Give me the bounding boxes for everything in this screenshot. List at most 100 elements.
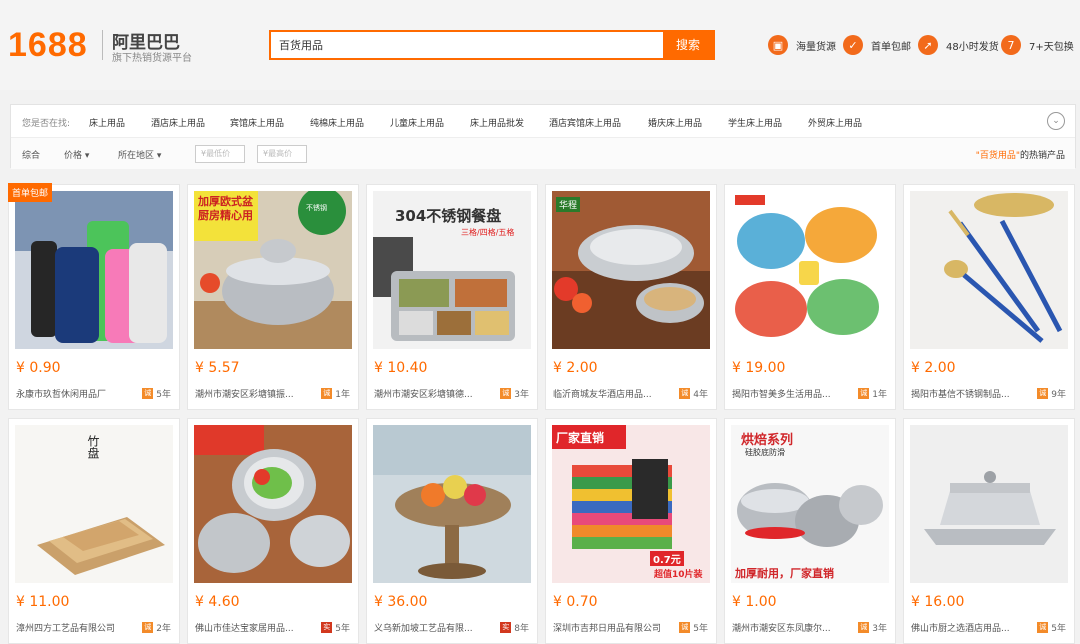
price-min-input[interactable]: ¥最低价 <box>195 145 245 163</box>
product-image[interactable] <box>15 191 173 349</box>
credit-icon: 诚 <box>858 622 870 633</box>
hot-keyword: "百货用品" <box>975 151 1020 161</box>
image-title: 烘焙系列 <box>741 433 794 448</box>
supplier-years: 9年 <box>1051 390 1066 400</box>
suggestion-link[interactable]: 婚庆床上用品 <box>648 116 702 129</box>
seller-name[interactable]: 漳州四方工艺品有限公司 <box>16 621 115 634</box>
seller-name[interactable]: 潮州市潮安区东凤康尔... <box>732 621 831 634</box>
product-price: ¥ 10.40 <box>374 360 428 376</box>
image-price-tag: 0.7元 <box>650 551 684 566</box>
logo-1688[interactable]: 1688 <box>8 26 88 65</box>
product-image[interactable]: 加厚欧式盆 厨房精心用 不锈钢 <box>194 191 352 349</box>
search-bar: 搜索 <box>269 30 715 60</box>
brand-tag: 华程 <box>556 197 581 212</box>
product-price: ¥ 0.70 <box>553 594 598 610</box>
seller-name[interactable]: 义乌新加坡工艺品有限... <box>374 621 473 634</box>
product-card[interactable]: ¥ 16.00 佛山市厨之选酒店用品... 诚 5年 <box>903 418 1075 644</box>
product-card[interactable]: 304不锈钢餐盘 三格/四格/五格 ¥ 10.40 潮州市潮安区彩塘镇德... … <box>366 184 538 410</box>
seller-name[interactable]: 深圳市吉邦日用品有限公司 <box>553 621 661 634</box>
suggestion-link[interactable]: 酒店宾馆床上用品 <box>549 116 621 129</box>
image-subtitle: 三格/四格/五格 <box>461 228 515 237</box>
seller-name[interactable]: 永康市玖哲休闲用品厂 <box>16 387 106 400</box>
service-48h-dispatch[interactable]: ➚ 48小时发货 <box>918 34 999 56</box>
seller-name[interactable]: 揭阳市智美多生活用品... <box>732 387 831 400</box>
sort-price[interactable]: 价格 ▾ <box>64 148 89 161</box>
supplier-years: 5年 <box>156 390 171 400</box>
product-card[interactable]: ¥ 19.00 揭阳市智美多生活用品... 诚 1年 <box>724 184 896 410</box>
price-max-input[interactable]: ¥最高价 <box>257 145 307 163</box>
search-input[interactable] <box>271 32 665 58</box>
product-image[interactable] <box>194 425 352 583</box>
service-7day-exchange[interactable]: 7 7+天包换 <box>1001 34 1074 56</box>
image-subtitle: 硅胶底防滑 <box>745 448 785 457</box>
product-image[interactable]: 竹盘 <box>15 425 173 583</box>
suggestion-link[interactable]: 学生床上用品 <box>728 116 782 129</box>
chevron-down-icon[interactable]: ⌄ <box>1047 112 1065 130</box>
suggestion-label: 您是否在找: <box>22 119 71 129</box>
product-card[interactable]: 厂家直销 0.7元 超值10片装 ¥ 0.70 深圳市吉邦日用品有限公司 诚 5年 <box>545 418 717 644</box>
seller-name[interactable]: 佛山市佳达宝家居用品... <box>195 621 294 634</box>
supplier-years-badge: 诚 9年 <box>1037 387 1066 400</box>
image-title-text: 304不锈钢餐盘 <box>395 207 502 225</box>
search-button[interactable]: 搜索 <box>663 32 713 58</box>
rocket-icon: ➚ <box>918 35 938 55</box>
suggestion-link[interactable]: 儿童床上用品 <box>390 116 444 129</box>
credit-icon: 诚 <box>1037 388 1049 399</box>
service-label: 首单包邮 <box>871 41 911 53</box>
supplier-years-badge: 诚 4年 <box>679 387 708 400</box>
supplier-years: 3年 <box>872 624 887 634</box>
product-card[interactable]: 华程 ¥ 2.00 临沂商城友华酒店用品... 诚 4年 <box>545 184 717 410</box>
product-image[interactable]: 304不锈钢餐盘 三格/四格/五格 <box>373 191 531 349</box>
suggestion-link[interactable]: 床上用品 <box>89 116 125 129</box>
credit-icon: 诚 <box>1037 622 1049 633</box>
service-massive-supply[interactable]: ▣ 海量货源 <box>768 34 836 56</box>
product-card[interactable]: 加厚欧式盆 厨房精心用 不锈钢 ¥ 5.57 潮州市潮安区彩塘镇振... 诚 1年 <box>187 184 359 410</box>
caret-down-icon: ▾ <box>84 151 90 161</box>
seller-name[interactable]: 揭阳市基信不锈钢制品... <box>911 387 1010 400</box>
image-footer-text: 加厚耐用，厂家直销 <box>735 567 834 580</box>
product-image[interactable]: 厂家直销 0.7元 超值10片装 <box>552 425 710 583</box>
product-image[interactable] <box>910 425 1068 583</box>
supplier-years: 4年 <box>693 390 708 400</box>
suggestion-link[interactable]: 宾馆床上用品 <box>230 116 284 129</box>
product-image[interactable] <box>373 425 531 583</box>
suggestion-link[interactable]: 纯棉床上用品 <box>310 116 364 129</box>
suggestion-row: 您是否在找: 床上用品 酒店床上用品 宾馆床上用品 纯棉床上用品 儿童床上用品 … <box>11 105 1075 138</box>
suggestion-link[interactable]: 床上用品批发 <box>470 116 524 129</box>
seller-name[interactable]: 佛山市厨之选酒店用品... <box>911 621 1010 634</box>
seller-name[interactable]: 临沂商城友华酒店用品... <box>553 387 652 400</box>
logo-divider <box>102 30 103 60</box>
product-card[interactable]: ¥ 36.00 义乌新加坡工艺品有限... 实 8年 <box>366 418 538 644</box>
product-card[interactable]: 烘焙系列 硅胶底防滑 加厚耐用，厂家直销 ¥ 1.00 潮州市潮安区东凤康尔..… <box>724 418 896 644</box>
supplier-years-badge: 诚 3年 <box>500 387 529 400</box>
credit-icon: 实 <box>321 622 333 633</box>
suggestion-link[interactable]: 酒店床上用品 <box>151 116 205 129</box>
product-card[interactable]: ¥ 4.60 佛山市佳达宝家居用品... 实 5年 <box>187 418 359 644</box>
service-label: 海量货源 <box>796 41 836 53</box>
product-image[interactable] <box>731 191 889 349</box>
product-image[interactable]: 烘焙系列 硅胶底防滑 加厚耐用，厂家直销 <box>731 425 889 583</box>
sort-price-label: 价格 <box>64 151 83 161</box>
seller-name[interactable]: 潮州市潮安区彩塘镇振... <box>195 387 294 400</box>
image-title: 厂家直销 <box>556 431 605 445</box>
credit-icon: 实 <box>500 622 512 633</box>
credit-icon: 诚 <box>142 388 154 399</box>
sort-comprehensive[interactable]: 综合 <box>22 148 40 161</box>
logo-tagline: 旗下热销货源平台 <box>112 53 192 64</box>
sort-region-label: 所在地区 <box>118 151 155 161</box>
supplier-years-badge: 诚 3年 <box>858 621 887 634</box>
credit-icon: 诚 <box>142 622 154 633</box>
service-free-shipping[interactable]: ✓ 首单包邮 <box>843 34 911 56</box>
supplier-years-badge: 实 8年 <box>500 621 529 634</box>
product-image[interactable] <box>910 191 1068 349</box>
image-subtitle: 厨房精心用 <box>198 209 253 222</box>
product-price: ¥ 0.90 <box>16 360 61 376</box>
seller-name[interactable]: 潮州市潮安区彩塘镇德... <box>374 387 473 400</box>
product-image[interactable]: 华程 <box>552 191 710 349</box>
product-card[interactable]: ¥ 0.90 永康市玖哲休闲用品厂 诚 5年 <box>8 184 180 410</box>
image-subtitle: 超值10片装 <box>654 570 703 580</box>
product-card[interactable]: 竹盘 ¥ 11.00 漳州四方工艺品有限公司 诚 2年 <box>8 418 180 644</box>
product-card[interactable]: ¥ 2.00 揭阳市基信不锈钢制品... 诚 9年 <box>903 184 1075 410</box>
suggestion-link[interactable]: 外贸床上用品 <box>808 116 862 129</box>
sort-region[interactable]: 所在地区 ▾ <box>118 148 161 161</box>
